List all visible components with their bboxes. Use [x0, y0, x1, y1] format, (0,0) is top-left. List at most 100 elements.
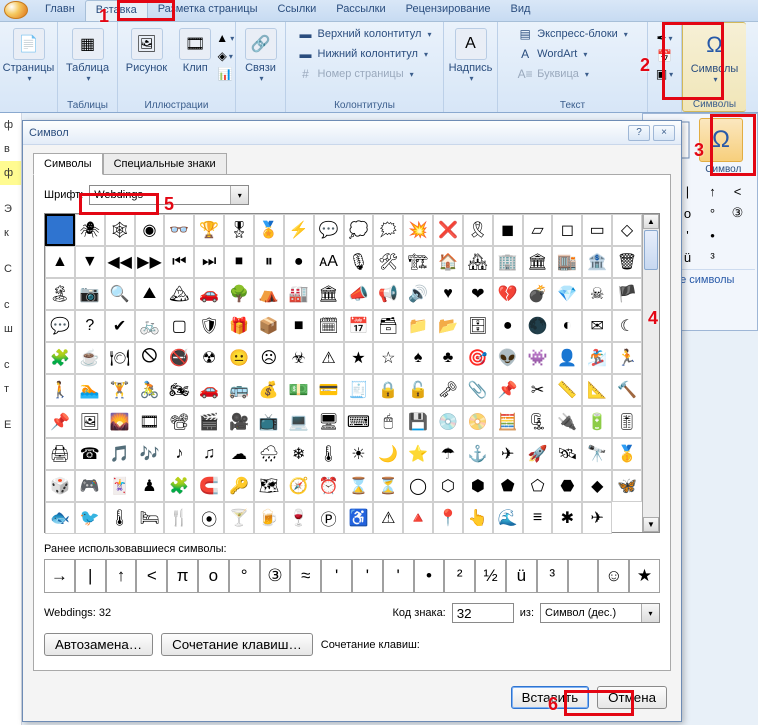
symbol-cell[interactable]: 🐟 [45, 502, 75, 534]
symbol-cell[interactable]: 🎯 [463, 342, 493, 374]
font-input[interactable] [90, 186, 230, 204]
symbol-cell[interactable]: 👤 [552, 342, 582, 374]
symbol-cell[interactable]: 🧲 [194, 470, 224, 502]
symbol-cell[interactable]: 🎖 [224, 214, 254, 246]
scroll-down-button[interactable]: ▼ [643, 517, 659, 532]
symbol-cell[interactable]: 🚗 [194, 278, 224, 310]
symbol-cell[interactable]: 🌧 [254, 438, 284, 470]
recent-symbol-cell[interactable]: → [44, 559, 75, 593]
symbol-cell[interactable]: ❄ [284, 438, 314, 470]
symbol-cell[interactable]: ⏹ [224, 246, 254, 278]
scroll-thumb[interactable] [644, 230, 658, 270]
symbol-cell[interactable]: 🌳 [224, 278, 254, 310]
symbol-cell[interactable]: 🏝 [45, 278, 75, 310]
symbol-cell[interactable]: 🗄 [463, 310, 493, 342]
dialog-close-button[interactable]: × [653, 125, 675, 141]
symbol-cell[interactable]: 🏊 [75, 374, 105, 406]
symbol-cell[interactable]: 💰 [254, 374, 284, 406]
symbol-cell[interactable]: 🕷 [75, 214, 105, 246]
symbol-cell[interactable]: 📀 [463, 406, 493, 438]
picture-button[interactable]: 🖼 Рисунок [120, 24, 174, 82]
symbol-cell[interactable]: 🗃 [373, 310, 403, 342]
symbol-cell[interactable]: 🖨 [45, 438, 75, 470]
symbol-cell[interactable]: ☣ [284, 342, 314, 374]
shapes-icon[interactable]: ▲▾ [217, 30, 233, 46]
symbol-cell[interactable]: ♟ [135, 470, 165, 502]
symbol-cell[interactable]: ☎ [75, 438, 105, 470]
symbol-cell[interactable]: ⛰ [135, 278, 165, 310]
symbol-cell[interactable]: 📽 [164, 406, 194, 438]
scroll-up-button[interactable]: ▲ [643, 214, 659, 229]
symbol-cell[interactable]: ✈ [582, 502, 612, 534]
flyout-symbol-cell[interactable]: < [726, 181, 749, 201]
symbol-cell[interactable]: ❤ [463, 278, 493, 310]
symbol-cell[interactable]: 🏔 [164, 278, 194, 310]
symbol-cell[interactable]: ◐ [552, 310, 582, 342]
symbol-cell[interactable]: 🏋 [105, 374, 135, 406]
recent-symbol-cell[interactable] [568, 559, 599, 593]
symbol-cell[interactable]: 🚗 [194, 374, 224, 406]
symbol-cell[interactable]: 💎 [552, 278, 582, 310]
symbol-cell[interactable]: 🏘 [463, 246, 493, 278]
symbol-cell[interactable]: ⬟ [493, 470, 523, 502]
symbol-cell[interactable]: 🏆 [194, 214, 224, 246]
symbol-cell[interactable]: ◀◀ [105, 246, 135, 278]
symbol-cell[interactable]: ♪ [164, 438, 194, 470]
links-button[interactable]: 🔗 Связи▾ [239, 24, 283, 87]
recent-symbol-cell[interactable]: • [414, 559, 445, 593]
symbol-cell[interactable]: 🛰 [552, 438, 582, 470]
code-input[interactable] [452, 603, 514, 623]
symbol-cell[interactable]: 🏍 [164, 374, 194, 406]
symbol-cell[interactable]: ⬢ [463, 470, 493, 502]
symbol-cell[interactable]: ⚡ [284, 214, 314, 246]
ribbon-tab-view[interactable]: Вид [501, 0, 541, 21]
symbol-cell[interactable]: 🌄 [105, 406, 135, 438]
symbol-cell[interactable]: 📌 [493, 374, 523, 406]
symbol-cell[interactable]: ✔ [105, 310, 135, 342]
symbol-cell[interactable]: 🎶 [135, 438, 165, 470]
symbol-cell[interactable]: 👽 [493, 342, 523, 374]
symbol-cell[interactable]: ☹ [254, 342, 284, 374]
flyout-symbol-cell[interactable]: ↑ [701, 181, 724, 201]
symbol-cell[interactable]: 📢 [373, 278, 403, 310]
symbol-cell[interactable]: ⚠ [314, 342, 344, 374]
symbol-cell[interactable]: 🏠 [433, 246, 463, 278]
symbol-cell[interactable]: ▲ [45, 246, 75, 278]
symbol-cell[interactable]: 🛏 [135, 502, 165, 534]
symbol-cell[interactable]: 🛡 [194, 310, 224, 342]
symbol-cell[interactable]: 🗑 [612, 246, 642, 278]
symbol-cell[interactable]: ⏸ [254, 246, 284, 278]
smartart-icon[interactable]: ◈▾ [217, 48, 233, 64]
wordart-button[interactable]: AWordArt▾ [513, 44, 632, 64]
symbol-cell[interactable]: ▶▶ [135, 246, 165, 278]
symbol-cell[interactable]: 🔨 [612, 374, 642, 406]
symbol-cell[interactable]: ☢ [194, 342, 224, 374]
textbox-button[interactable]: A Надпись▾ [443, 24, 499, 87]
symbol-cell[interactable]: ☆ [373, 342, 403, 374]
object-icon[interactable]: ▣▾ [657, 66, 673, 82]
recent-symbol-cell[interactable]: ² [444, 559, 475, 593]
symbol-cell[interactable]: 🏦 [582, 246, 612, 278]
symbol-cell[interactable]: 📏 [552, 374, 582, 406]
symbol-cell[interactable]: 🌊 [493, 502, 523, 534]
symbol-cell[interactable]: 🥇 [612, 438, 642, 470]
symbol-cell[interactable]: 🌑 [523, 310, 553, 342]
symbol-cell[interactable]: ★ [344, 342, 374, 374]
from-input[interactable] [541, 604, 641, 622]
recent-symbol-cell[interactable]: | [75, 559, 106, 593]
symbol-cell[interactable]: 🏭 [284, 278, 314, 310]
symbol-cell[interactable]: ◆ [582, 470, 612, 502]
symbol-cell[interactable]: 💬 [314, 214, 344, 246]
shortcut-key-button[interactable]: Сочетание клавиш… [161, 633, 313, 656]
grid-scrollbar[interactable]: ▲ ▼ [642, 214, 659, 532]
symbol-cell[interactable]: 🧩 [164, 470, 194, 502]
symbol-cell[interactable]: 📁 [403, 310, 433, 342]
clip-button[interactable]: 🎞 Клип [173, 24, 217, 82]
symbol-cell[interactable]: 👾 [523, 342, 553, 374]
symbol-cell[interactable]: 📷 [75, 278, 105, 310]
recent-symbol-cell[interactable]: ü [506, 559, 537, 593]
recent-symbol-cell[interactable]: ' [383, 559, 414, 593]
symbol-cell[interactable]: 📐 [582, 374, 612, 406]
ribbon-tab-review[interactable]: Рецензирование [396, 0, 501, 21]
symbol-cell[interactable]: 💬 [45, 310, 75, 342]
